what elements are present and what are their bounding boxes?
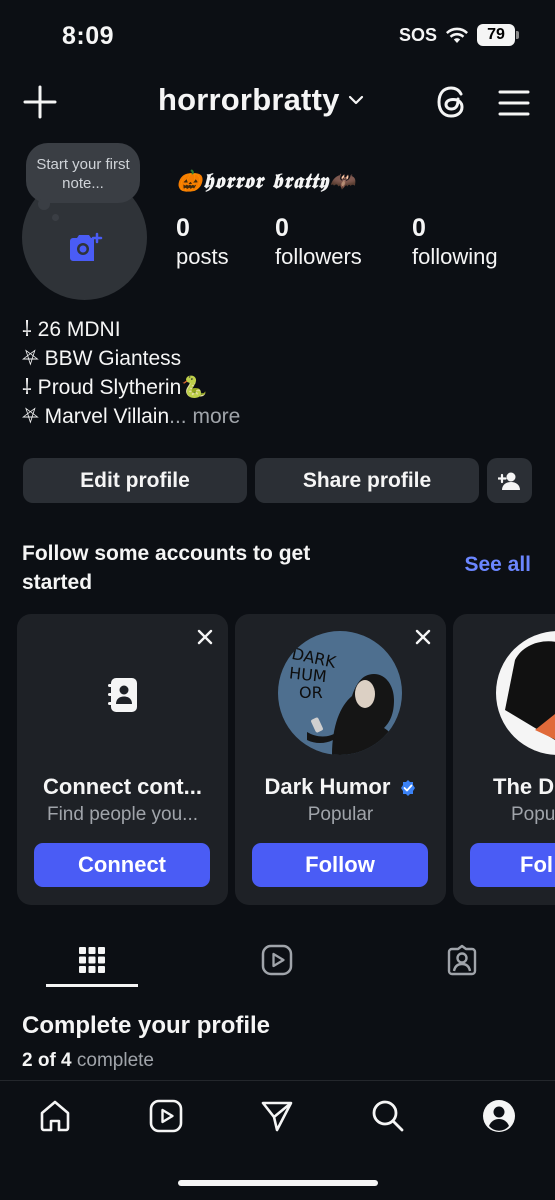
bio-line: ⸸ 26 MDNI <box>22 318 121 341</box>
verified-badge-icon <box>400 780 415 797</box>
profile-avatar-icon <box>483 1100 515 1132</box>
bio-line: ⛧ BBW Giantess <box>22 347 182 370</box>
progress-suffix: complete <box>76 1050 155 1071</box>
tab-tagged[interactable] <box>416 936 508 984</box>
stat-posts[interactable]: 0 posts <box>176 214 229 272</box>
send-paper-plane-icon <box>261 1101 293 1132</box>
edit-profile-button[interactable]: Edit profile <box>23 458 247 503</box>
sos-indicator: SOS <box>398 24 437 45</box>
add-person-icon <box>497 472 520 490</box>
home-icon <box>40 1100 70 1132</box>
stat-followers[interactable]: 0 followers <box>275 214 362 272</box>
suggestion-card-dark-humor: DARK HUM OR Dark Humor Popular Follow <box>235 614 446 905</box>
reels-icon <box>149 1099 183 1133</box>
card-title: The D <box>493 774 555 799</box>
following-label: following <box>412 244 498 269</box>
card-subtitle: Popu <box>511 804 555 825</box>
note-bubble[interactable]: Start your first note... <box>26 143 140 203</box>
nav-direct[interactable] <box>257 1096 297 1136</box>
close-icon[interactable] <box>412 626 434 648</box>
close-icon[interactable] <box>194 626 216 648</box>
follow-button[interactable]: Fol <box>470 843 555 887</box>
svg-text:OR: OR <box>299 683 323 702</box>
bio-line: ⛧ Marvel Villain <box>22 405 170 428</box>
complete-profile-title: Complete your profile <box>22 1012 271 1039</box>
suggestions-title: Follow some accounts to get started <box>22 542 311 594</box>
nav-home[interactable] <box>35 1096 75 1136</box>
nav-profile[interactable] <box>479 1096 519 1136</box>
see-all-link[interactable]: See all <box>464 553 531 577</box>
account-switcher[interactable]: horrorbratty <box>158 82 364 118</box>
note-bubble-tail-small <box>52 214 59 221</box>
menu-hamburger-icon[interactable] <box>498 88 530 118</box>
active-tab-indicator <box>46 984 138 987</box>
card-title: Connect cont... <box>43 774 202 799</box>
note-bubble-tail <box>38 198 50 210</box>
wifi-icon <box>446 27 468 43</box>
bio: ⸸ 26 MDNI ⛧ BBW Giantess ⸸ Proud Slyther… <box>22 315 240 431</box>
username-title: horrorbratty <box>158 82 340 117</box>
create-plus-icon[interactable] <box>22 84 58 120</box>
bottom-nav-divider <box>0 1080 555 1081</box>
bio-line: ⸸ Proud Slytherin🐍 <box>22 376 208 399</box>
posts-label: posts <box>176 244 229 269</box>
discover-people-button[interactable] <box>487 458 532 503</box>
connect-button[interactable]: Connect <box>34 843 210 887</box>
add-photo-camera-icon <box>69 232 102 261</box>
complete-profile-progress: 2 of 4 complete <box>22 1050 154 1072</box>
posts-count: 0 <box>176 214 190 242</box>
card-title: Dark Humor <box>264 774 391 799</box>
share-profile-button[interactable]: Share profile <box>255 458 479 503</box>
nav-search[interactable] <box>368 1096 408 1136</box>
display-name: 🎃𝖍𝖔𝖗𝖗𝖔𝖗 𝖇𝖗𝖆𝖙𝖙𝖞🦇 <box>176 168 357 193</box>
suggestion-card-connect: Connect cont... Find people you... Conne… <box>17 614 228 905</box>
nav-reels[interactable] <box>146 1096 186 1136</box>
dark-humor-avatar[interactable]: DARK HUM OR <box>277 630 403 756</box>
home-indicator <box>178 1180 378 1186</box>
followers-count: 0 <box>275 214 289 242</box>
suggestion-card-partial: The D Popu Fol <box>453 614 555 905</box>
following-count: 0 <box>412 214 426 242</box>
tab-reels[interactable] <box>231 936 323 984</box>
bio-more-link[interactable]: ... more <box>169 405 240 428</box>
chevron-down-icon <box>348 95 363 105</box>
reels-play-icon <box>261 944 293 976</box>
card-title-row: Dark Humor <box>235 774 446 800</box>
threads-icon[interactable] <box>433 82 471 122</box>
bio-line-last: ⛧ Marvel Villain... more <box>22 402 240 431</box>
card-subtitle: Find people you... <box>46 804 199 825</box>
status-time: 8:09 <box>62 22 115 50</box>
battery-indicator: 79 <box>477 24 519 46</box>
stat-following[interactable]: 0 following <box>412 214 498 272</box>
tab-grid[interactable] <box>46 936 138 984</box>
suggestion-avatar[interactable] <box>495 630 555 756</box>
tagged-person-icon <box>447 944 477 976</box>
grid-icon <box>79 947 105 973</box>
contacts-book-icon <box>108 678 137 712</box>
card-subtitle: Popular <box>307 804 374 825</box>
search-icon <box>372 1100 404 1132</box>
status-icons: SOS 79 <box>398 24 519 46</box>
follow-button[interactable]: Follow <box>252 843 428 887</box>
progress-count: 2 of 4 <box>22 1050 72 1071</box>
followers-label: followers <box>275 244 362 269</box>
